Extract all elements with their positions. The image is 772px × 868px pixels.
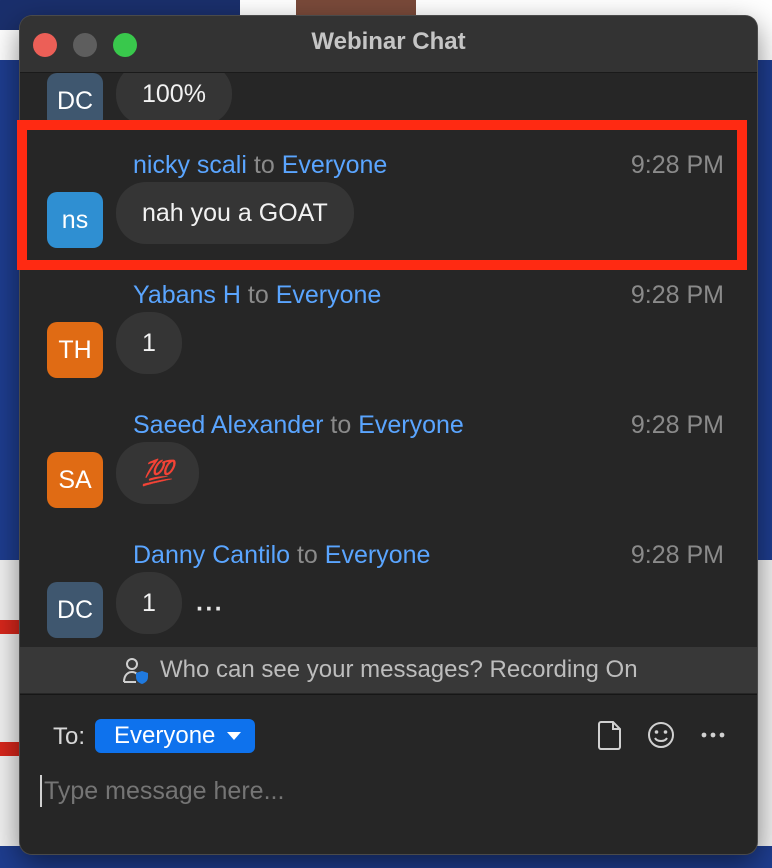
- to-label: to: [330, 411, 352, 439]
- message-bubble[interactable]: 100%: [116, 73, 232, 125]
- chat-message: DC 100%: [20, 73, 757, 133]
- recipient-selected: Everyone: [114, 722, 216, 749]
- recipient-name[interactable]: Everyone: [325, 541, 431, 569]
- recipient-name[interactable]: Everyone: [282, 151, 388, 179]
- more-icon[interactable]: [698, 719, 728, 751]
- window-title: Webinar Chat: [311, 28, 466, 55]
- message-header: Saeed Alexander to Everyone: [133, 411, 464, 440]
- privacy-notice-text: Who can see your messages? Recording On: [160, 656, 638, 683]
- title-bar[interactable]: Webinar Chat: [20, 16, 757, 73]
- message-bubble[interactable]: 1: [116, 572, 182, 634]
- avatar[interactable]: DC: [47, 582, 103, 638]
- message-list[interactable]: DC 100% nicky scali to Everyone 9:28 PM …: [20, 73, 757, 647]
- avatar[interactable]: TH: [47, 322, 103, 378]
- chat-message: Saeed Alexander to Everyone 9:28 PM SA 💯: [20, 393, 757, 523]
- privacy-notice-bar[interactable]: Who can see your messages? Recording On: [20, 647, 757, 693]
- message-composer: To: Everyone: [20, 694, 757, 854]
- to-label: To:: [53, 723, 86, 750]
- sender-name[interactable]: Yabans H: [133, 281, 241, 309]
- avatar[interactable]: DC: [47, 73, 103, 129]
- to-label: to: [253, 151, 275, 179]
- message-bubble[interactable]: nah you a GOAT: [116, 182, 354, 244]
- message-time: 9:28 PM: [630, 541, 724, 569]
- privacy-user-shield-icon: [123, 658, 148, 684]
- chevron-down-icon: [227, 732, 242, 740]
- sender-name[interactable]: nicky scali: [133, 151, 247, 179]
- webinar-chat-window: Webinar Chat DC 100% nicky scali to Ever…: [20, 16, 757, 854]
- recipient-name[interactable]: Everyone: [358, 411, 464, 439]
- message-input[interactable]: [40, 773, 724, 809]
- sender-name[interactable]: Saeed Alexander: [133, 411, 323, 439]
- avatar[interactable]: SA: [47, 452, 103, 508]
- message-more-icon[interactable]: ···: [196, 595, 224, 624]
- message-time: 9:28 PM: [630, 411, 724, 439]
- chat-message: Yabans H to Everyone 9:28 PM TH 1: [20, 263, 757, 393]
- avatar[interactable]: ns: [47, 192, 103, 248]
- message-bubble[interactable]: 1: [116, 312, 182, 374]
- message-header: Danny Cantilo to Everyone: [133, 541, 430, 570]
- recipient-name[interactable]: Everyone: [276, 281, 382, 309]
- message-bubble[interactable]: 💯: [116, 442, 200, 504]
- emoji-icon[interactable]: [646, 719, 676, 751]
- file-icon[interactable]: [595, 719, 625, 751]
- to-label: to: [247, 281, 269, 309]
- chat-message: nicky scali to Everyone 9:28 PM ns nah y…: [20, 133, 757, 263]
- message-header: Yabans H to Everyone: [133, 281, 381, 310]
- message-time: 9:28 PM: [630, 281, 724, 309]
- message-time: 9:28 PM: [630, 151, 724, 179]
- message-header: nicky scali to Everyone: [133, 151, 387, 180]
- sender-name[interactable]: Danny Cantilo: [133, 541, 290, 569]
- recipient-dropdown[interactable]: Everyone: [95, 719, 256, 753]
- to-label: to: [296, 541, 318, 569]
- chat-message: Danny Cantilo to Everyone 9:28 PM DC 1 ·…: [20, 523, 757, 647]
